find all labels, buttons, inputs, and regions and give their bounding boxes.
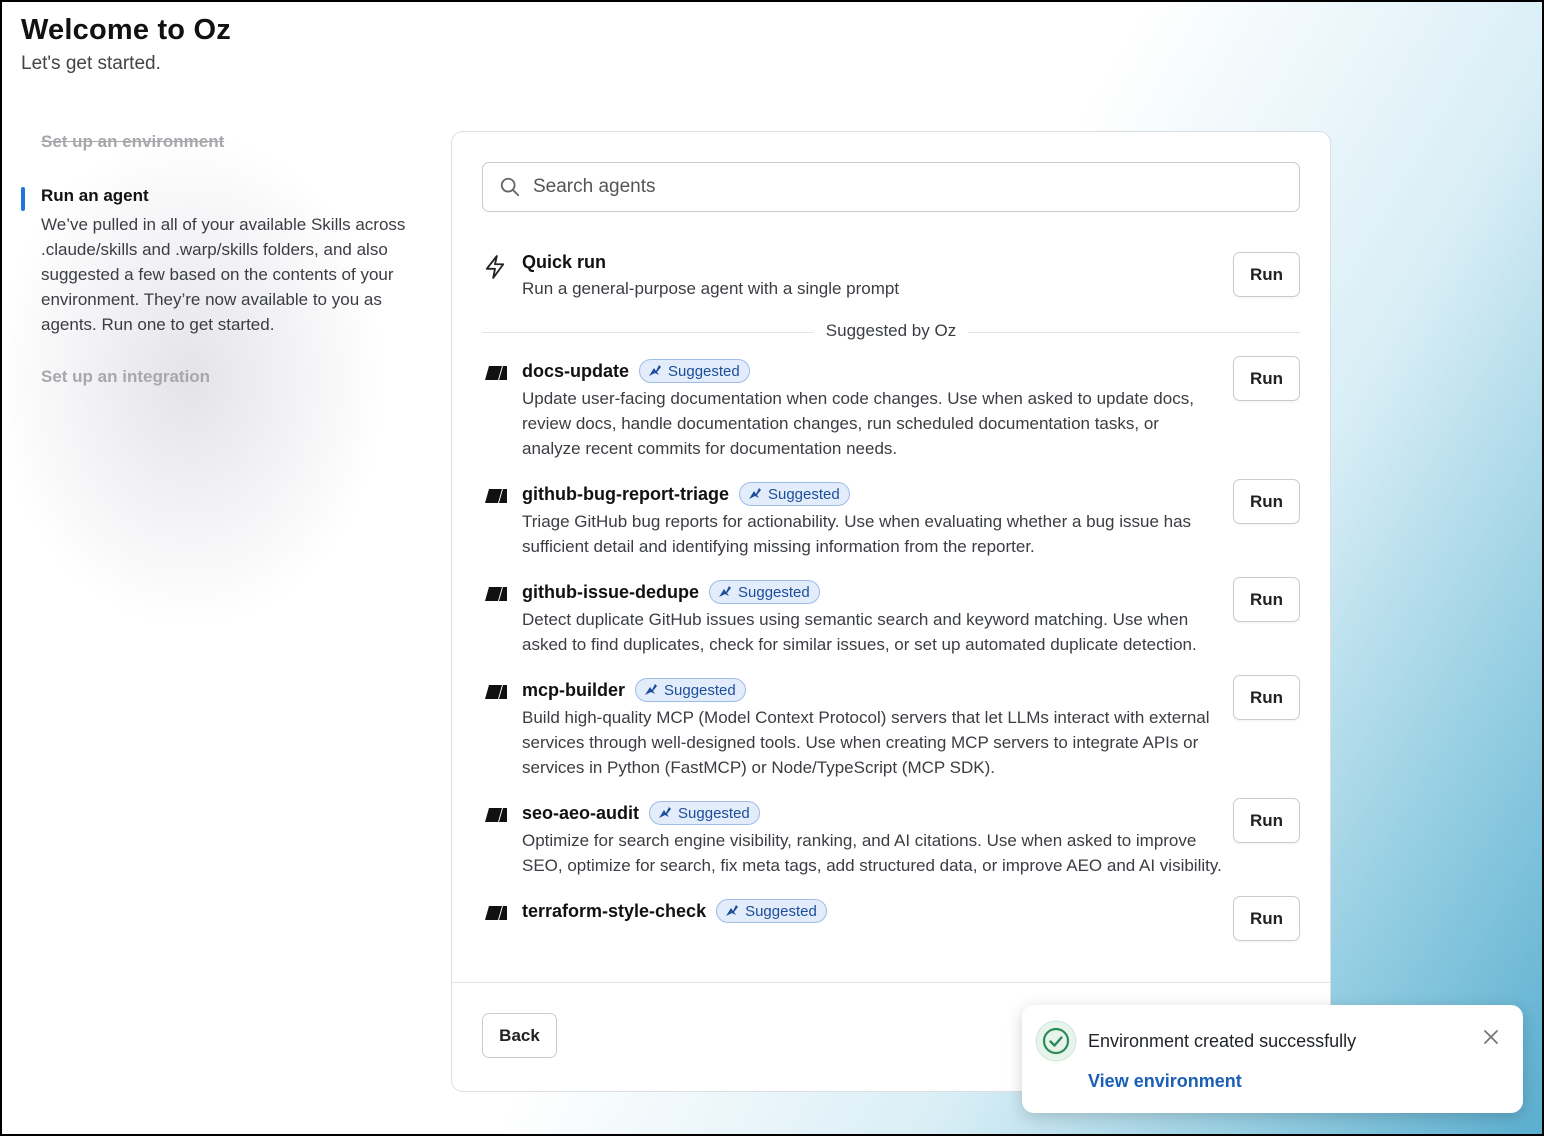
success-toast: Environment created successfully View en… — [1022, 1005, 1523, 1113]
step-run-agent: Run an agent We’ve pulled in all of your… — [21, 185, 421, 337]
agent-description: Optimize for search engine visibility, r… — [522, 831, 1222, 875]
check-circle-icon — [1035, 1020, 1077, 1062]
agent-picker-card: Quick run Run a general-purpose agent wi… — [451, 131, 1331, 1092]
agent-name: seo-aeo-audit — [522, 802, 640, 823]
suggested-divider: Suggested by Oz — [482, 321, 1300, 349]
agent-name: docs-update — [522, 360, 630, 381]
agent-row-terraform-style-check: terraform-style-check Suggested Run — [482, 896, 1300, 941]
agent-description: Build high-quality MCP (Model Context Pr… — [522, 708, 1210, 777]
agent-name: mcp-builder — [522, 679, 626, 700]
badge-label: Suggested — [738, 583, 810, 601]
run-button-github-issue-dedupe[interactable]: Run — [1233, 577, 1300, 622]
badge-label: Suggested — [664, 681, 736, 699]
skill-icon — [485, 685, 507, 699]
agent-row-github-bug-report-triage: github-bug-report-triage Suggested Triag… — [482, 479, 1300, 559]
oz-sparkle-icon — [645, 684, 658, 695]
agent-description: Detect duplicate GitHub issues using sem… — [522, 610, 1197, 654]
agent-name: github-issue-dedupe — [522, 581, 699, 602]
onboarding-steps: Set up an environment Run an agent We’ve… — [21, 130, 421, 387]
oz-sparkle-icon — [659, 807, 672, 818]
view-environment-link[interactable]: View environment — [1088, 1071, 1242, 1092]
oz-sparkle-icon — [726, 905, 739, 916]
page-header: Welcome to Oz Let's get started. — [21, 14, 231, 75]
lightning-icon — [485, 255, 505, 279]
suggested-badge: Suggested — [649, 801, 760, 825]
agent-name: github-bug-report-triage — [522, 483, 729, 504]
oz-sparkle-icon — [719, 586, 731, 597]
oz-sparkle-icon — [748, 488, 761, 499]
quick-run-text: Quick run Run a general-purpose agent wi… — [522, 252, 899, 301]
suggested-agents: docs-update Suggested Update user-facing… — [482, 356, 1300, 941]
oz-sparkle-icon — [649, 365, 662, 376]
badge-label: Suggested — [668, 362, 740, 380]
step-run-agent-title: Run an agent — [41, 186, 149, 205]
agent-description: Update user-facing documentation when co… — [522, 389, 1194, 458]
run-button-docs-update[interactable]: Run — [1233, 356, 1300, 401]
quick-run-description: Run a general-purpose agent with a singl… — [522, 279, 900, 298]
badge-label: Suggested — [678, 804, 750, 822]
run-button-seo-aeo-audit[interactable]: Run — [1233, 798, 1300, 843]
step-set-up-integration: Set up an integration — [41, 367, 211, 386]
agent-row-seo-aeo-audit: seo-aeo-audit Suggested Optimize for sea… — [482, 798, 1300, 878]
suggested-badge: Suggested — [709, 580, 820, 604]
suggested-badge: Suggested — [716, 899, 827, 923]
skill-icon — [485, 489, 507, 503]
quick-run-button[interactable]: Run — [1233, 252, 1300, 297]
run-button-github-bug-report-triage[interactable]: Run — [1233, 479, 1300, 524]
skill-icon — [485, 366, 507, 380]
suggested-badge: Suggested — [635, 678, 746, 702]
run-button-terraform-style-check[interactable]: Run — [1233, 896, 1300, 941]
badge-label: Suggested — [745, 902, 817, 920]
run-button-mcp-builder[interactable]: Run — [1233, 675, 1300, 720]
skill-icon — [485, 906, 507, 920]
page-subtitle: Let's get started. — [21, 53, 161, 74]
step-run-agent-description: We’ve pulled in all of your available Sk… — [41, 215, 406, 334]
agent-list[interactable]: Quick run Run a general-purpose agent wi… — [482, 244, 1300, 986]
active-step-indicator — [21, 187, 25, 211]
suggested-badge: Suggested — [738, 482, 850, 506]
agent-row-docs-update: docs-update Suggested Update user-facing… — [482, 356, 1300, 461]
search-icon — [500, 177, 520, 197]
agent-name: terraform-style-check — [522, 900, 707, 921]
agent-row-mcp-builder: mcp-builder Suggested Build high-quality… — [482, 675, 1300, 780]
toast-title: Environment created successfully — [1088, 1031, 1357, 1051]
quick-run-row: Quick run Run a general-purpose agent wi… — [482, 244, 1300, 310]
step-set-up-environment[interactable]: Set up an environment — [21, 132, 421, 152]
agent-description: Triage GitHub bug reports for actionabil… — [522, 512, 1192, 556]
skill-icon — [485, 808, 507, 822]
page-title: Welcome to Oz — [21, 14, 231, 46]
search-input[interactable] — [531, 175, 1275, 199]
suggested-badge: Suggested — [639, 359, 750, 383]
back-button[interactable]: Back — [482, 1013, 557, 1058]
search-box[interactable] — [482, 162, 1300, 212]
quick-run-name: Quick run — [522, 252, 607, 272]
close-icon[interactable] — [1481, 1027, 1501, 1047]
agent-row-github-issue-dedupe: github-issue-dedupe Suggested Detect dup… — [482, 577, 1300, 657]
divider-label: Suggested by Oz — [813, 321, 969, 341]
skill-icon — [485, 587, 507, 601]
badge-label: Suggested — [767, 485, 840, 503]
